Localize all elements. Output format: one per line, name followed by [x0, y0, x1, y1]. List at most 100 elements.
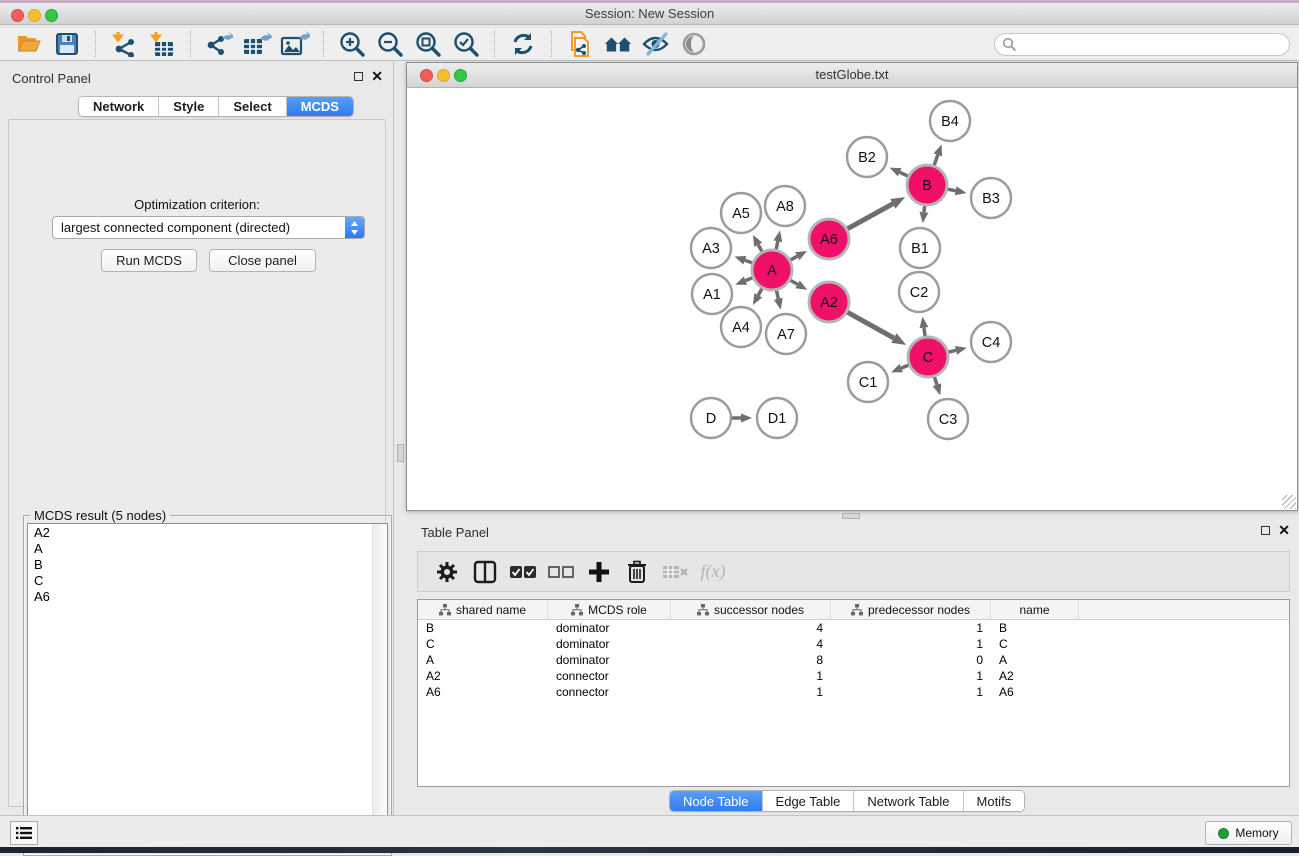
first-neighbors-icon[interactable]: [603, 30, 633, 58]
edge-A-A3[interactable]: [745, 260, 752, 263]
show-graphics-icon[interactable]: [679, 30, 709, 58]
edge-A2-C[interactable]: [847, 312, 894, 338]
cell-shared-name[interactable]: A6: [418, 684, 548, 700]
refresh-icon[interactable]: [508, 30, 538, 58]
float-panel-icon[interactable]: [1261, 526, 1270, 535]
tab-style[interactable]: Style: [159, 97, 219, 116]
cell-name[interactable]: C: [991, 636, 1079, 652]
tab-edge-table[interactable]: Edge Table: [763, 791, 855, 811]
edge-A-A7[interactable]: [776, 291, 778, 299]
mcds-result-item[interactable]: A2: [28, 524, 387, 540]
cell-name[interactable]: B: [991, 620, 1079, 636]
cell-predecessor-nodes[interactable]: 1: [831, 620, 991, 636]
deselect-all-icon[interactable]: [544, 557, 578, 587]
import-table-icon[interactable]: [147, 30, 177, 58]
cell-name[interactable]: A: [991, 652, 1079, 668]
table-row[interactable]: Adominator80A: [418, 652, 1289, 668]
mcds-result-item[interactable]: A6: [28, 588, 387, 604]
tab-mcds[interactable]: MCDS: [287, 97, 353, 116]
edge-B-B2[interactable]: [900, 172, 908, 176]
table-row[interactable]: A2connector11A2: [418, 668, 1289, 684]
cell-MCDS-role[interactable]: connector: [548, 668, 671, 684]
cell-successor-nodes[interactable]: 1: [671, 684, 831, 700]
table-row[interactable]: A6connector11A6: [418, 684, 1289, 700]
mcds-result-item[interactable]: A: [28, 540, 387, 556]
tab-network-table[interactable]: Network Table: [854, 791, 963, 811]
task-history-button[interactable]: [10, 821, 38, 845]
edge-A-A2[interactable]: [790, 280, 797, 284]
edge-A-A5[interactable]: [758, 245, 762, 252]
add-column-icon[interactable]: [582, 557, 616, 587]
cell-shared-name[interactable]: C: [418, 636, 548, 652]
cell-name[interactable]: A6: [991, 684, 1079, 700]
cell-shared-name[interactable]: B: [418, 620, 548, 636]
cell-successor-nodes[interactable]: 8: [671, 652, 831, 668]
cell-successor-nodes[interactable]: 1: [671, 668, 831, 684]
memory-button[interactable]: Memory: [1205, 821, 1292, 845]
vertical-splitter-handle[interactable]: [397, 444, 404, 462]
column-header-predecessor-nodes[interactable]: predecessor nodes: [831, 600, 991, 619]
edge-A-A4[interactable]: [758, 288, 762, 295]
cell-MCDS-role[interactable]: dominator: [548, 620, 671, 636]
cell-name[interactable]: A2: [991, 668, 1079, 684]
edge-C-C4[interactable]: [948, 350, 956, 352]
column-header-name[interactable]: name: [991, 600, 1079, 619]
cell-predecessor-nodes[interactable]: 1: [831, 684, 991, 700]
horizontal-splitter-handle[interactable]: [842, 513, 860, 519]
zoom-out-icon[interactable]: [375, 30, 405, 58]
mcds-result-item[interactable]: B: [28, 556, 387, 572]
cell-MCDS-role[interactable]: dominator: [548, 652, 671, 668]
export-network-icon[interactable]: [204, 30, 234, 58]
resize-grip-icon[interactable]: [1282, 495, 1296, 509]
network-canvas[interactable]: B4B2BB3A8A5A6A3B1AC2A1A2A4A7C4CC1C3DD1: [407, 89, 1297, 510]
export-table-icon[interactable]: [242, 30, 272, 58]
export-image-icon[interactable]: [280, 30, 310, 58]
table-row[interactable]: Bdominator41B: [418, 620, 1289, 636]
cell-shared-name[interactable]: A: [418, 652, 548, 668]
select-all-icon[interactable]: [506, 557, 540, 587]
close-panel-button[interactable]: Close panel: [209, 249, 316, 272]
import-network-icon[interactable]: [109, 30, 139, 58]
zoom-in-icon[interactable]: [337, 30, 367, 58]
close-panel-icon[interactable]: ✕: [371, 71, 383, 81]
hide-vizmap-icon[interactable]: [641, 30, 671, 58]
edge-A-A6[interactable]: [790, 256, 797, 260]
open-file-icon[interactable]: [14, 30, 44, 58]
edge-C-C3[interactable]: [934, 377, 937, 385]
scrollbar[interactable]: [372, 524, 387, 851]
cell-predecessor-nodes[interactable]: 1: [831, 668, 991, 684]
edge-B-B1[interactable]: [924, 206, 925, 212]
cell-successor-nodes[interactable]: 4: [671, 620, 831, 636]
edge-C-C1[interactable]: [901, 365, 908, 368]
cell-shared-name[interactable]: A2: [418, 668, 548, 684]
gear-icon[interactable]: [430, 557, 464, 587]
delete-column-icon[interactable]: [620, 557, 654, 587]
network-frame-titlebar[interactable]: testGlobe.txt: [407, 63, 1297, 88]
edge-B-B3[interactable]: [948, 189, 956, 191]
table-row[interactable]: Cdominator41C: [418, 636, 1289, 652]
cell-successor-nodes[interactable]: 4: [671, 636, 831, 652]
mcds-result-item[interactable]: C: [28, 572, 387, 588]
mcds-result-list[interactable]: A2ABCA6: [27, 523, 388, 852]
column-header-successor-nodes[interactable]: successor nodes: [671, 600, 831, 619]
zoom-selected-icon[interactable]: [451, 30, 481, 58]
tab-node-table[interactable]: Node Table: [670, 791, 763, 811]
column-header-MCDS-role[interactable]: MCDS role: [548, 600, 671, 619]
tab-network[interactable]: Network: [79, 97, 159, 116]
cell-predecessor-nodes[interactable]: 0: [831, 652, 991, 668]
cell-MCDS-role[interactable]: dominator: [548, 636, 671, 652]
zoom-fit-icon[interactable]: [413, 30, 443, 58]
edge-A-A8[interactable]: [776, 241, 778, 249]
edge-B-B4[interactable]: [934, 155, 938, 165]
float-panel-icon[interactable]: [354, 72, 363, 81]
cell-MCDS-role[interactable]: connector: [548, 684, 671, 700]
save-session-icon[interactable]: [52, 30, 82, 58]
optimization-criterion-select[interactable]: largest connected component (directed): [52, 216, 365, 239]
clone-network-icon[interactable]: [565, 30, 595, 58]
edge-A6-B[interactable]: [847, 204, 892, 229]
search-input[interactable]: [994, 33, 1290, 56]
column-view-icon[interactable]: [468, 557, 502, 587]
edge-C-C2[interactable]: [924, 328, 925, 337]
cell-predecessor-nodes[interactable]: 1: [831, 636, 991, 652]
run-mcds-button[interactable]: Run MCDS: [101, 249, 197, 272]
